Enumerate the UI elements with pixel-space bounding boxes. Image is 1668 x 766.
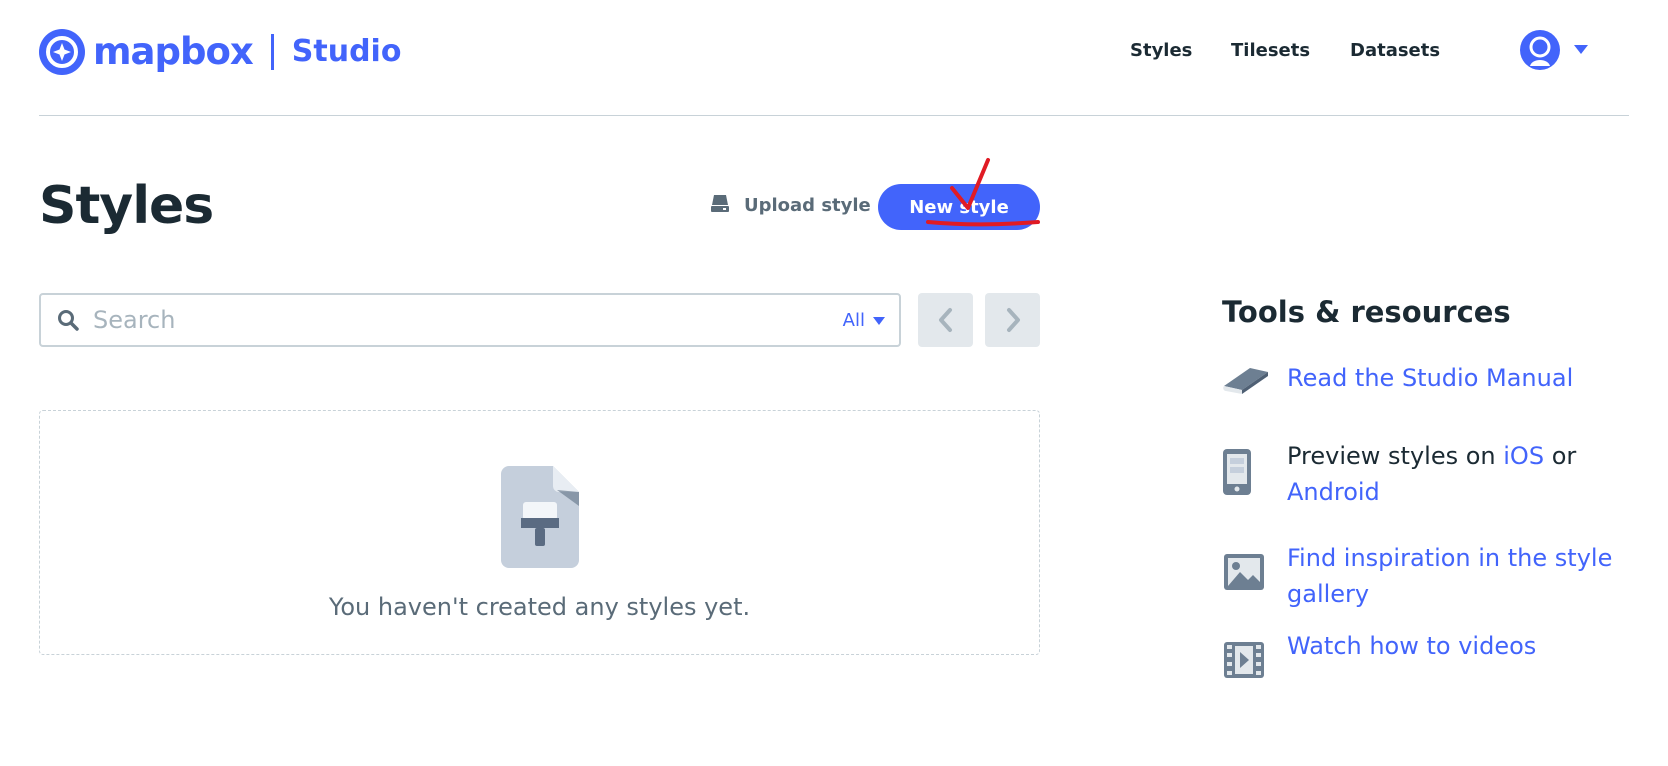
phone-icon bbox=[1223, 449, 1251, 495]
nav-styles[interactable]: Styles bbox=[1130, 40, 1192, 61]
style-file-icon bbox=[501, 466, 579, 568]
page-title: Styles bbox=[39, 176, 214, 236]
search-bar: All bbox=[39, 293, 901, 347]
preview-or: or bbox=[1544, 442, 1577, 470]
chevron-down-icon bbox=[873, 316, 885, 325]
empty-state-message: You haven't created any styles yet. bbox=[328, 593, 751, 621]
preview-styles-text: Preview styles on iOS or Android bbox=[1287, 438, 1642, 510]
upload-style-button[interactable]: Upload style bbox=[710, 192, 871, 218]
nav-tilesets[interactable]: Tilesets bbox=[1231, 40, 1310, 61]
filter-label: All bbox=[842, 310, 865, 331]
studio-manual-link[interactable]: Read the Studio Manual bbox=[1287, 360, 1642, 396]
search-icon bbox=[57, 309, 79, 335]
upload-icon bbox=[710, 193, 730, 217]
ios-link[interactable]: iOS bbox=[1503, 442, 1544, 470]
image-icon bbox=[1224, 554, 1264, 590]
film-icon bbox=[1224, 642, 1264, 678]
filter-dropdown[interactable]: All bbox=[843, 310, 885, 331]
tools-resources-panel: Tools & resources Read the Studio Manual… bbox=[1222, 294, 1642, 678]
avatar-icon[interactable] bbox=[1520, 30, 1560, 70]
tools-title: Tools & resources bbox=[1222, 295, 1511, 329]
annotation-check-mark bbox=[926, 158, 1040, 227]
next-page-button[interactable] bbox=[985, 293, 1040, 347]
empty-styles-panel: You haven't created any styles yet. bbox=[39, 410, 1040, 655]
preview-prefix: Preview styles on bbox=[1287, 442, 1504, 470]
mapbox-studio-logo[interactable]: mapbox Studio bbox=[39, 28, 401, 76]
search-input[interactable] bbox=[93, 303, 813, 337]
logo-product-name: Studio bbox=[291, 34, 402, 69]
chevron-left-icon bbox=[938, 308, 952, 332]
chevron-down-icon[interactable] bbox=[1574, 45, 1588, 54]
style-gallery-link[interactable]: Find inspiration in the style gallery bbox=[1287, 540, 1642, 612]
book-icon bbox=[1223, 368, 1268, 394]
how-to-videos-link[interactable]: Watch how to videos bbox=[1287, 628, 1642, 664]
android-link[interactable]: Android bbox=[1287, 478, 1380, 506]
previous-page-button[interactable] bbox=[918, 293, 973, 347]
chevron-right-icon bbox=[1006, 308, 1020, 332]
logo-divider bbox=[270, 34, 274, 70]
upload-style-label: Upload style bbox=[744, 194, 871, 216]
compass-logo-icon bbox=[39, 29, 85, 75]
nav-datasets[interactable]: Datasets bbox=[1350, 40, 1440, 61]
logo-wordmark: mapbox bbox=[93, 30, 254, 73]
